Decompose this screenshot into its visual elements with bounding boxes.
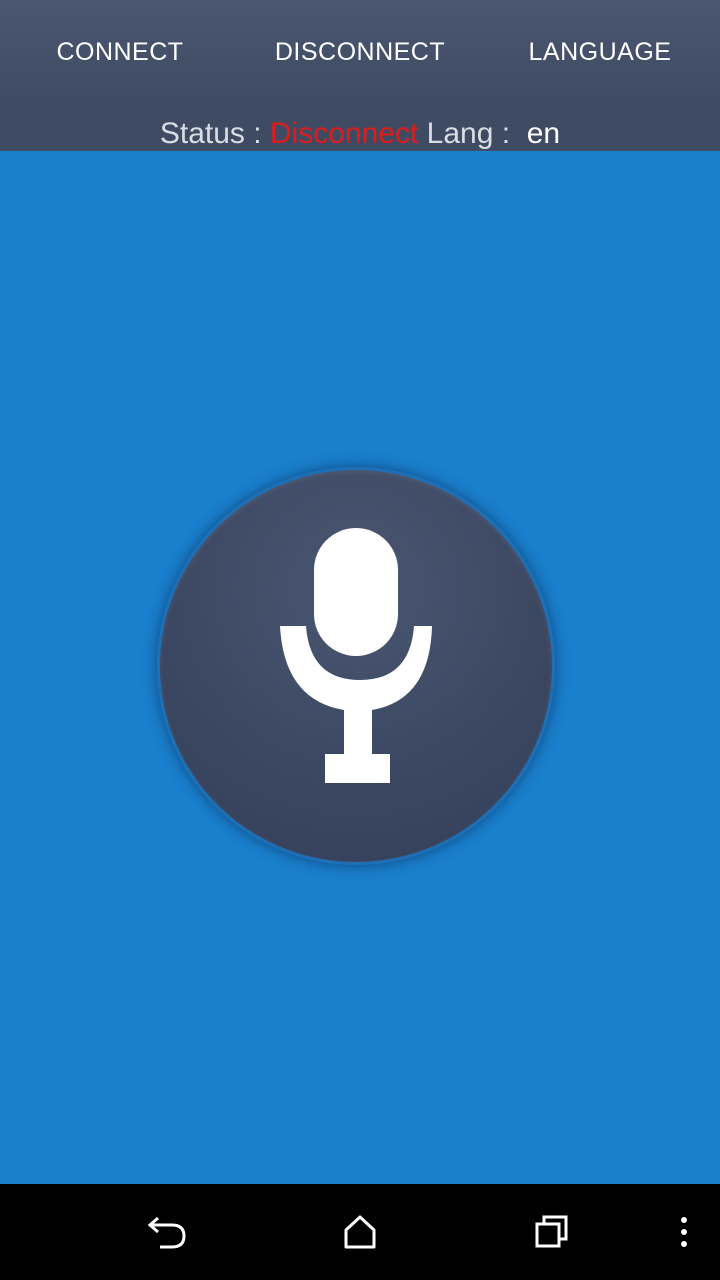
microphone-icon	[280, 528, 432, 783]
mic-button[interactable]	[157, 467, 555, 865]
status-value: Disconnect	[269, 117, 419, 150]
language-button[interactable]: LANGUAGE	[480, 0, 720, 105]
app-screen: CONNECT DISCONNECT LANGUAGE Status : Dis…	[0, 0, 720, 1280]
recents-icon	[535, 1215, 568, 1248]
main-area	[0, 151, 720, 1184]
back-button[interactable]	[138, 1204, 198, 1260]
home-button[interactable]	[330, 1204, 390, 1260]
lang-value: en	[518, 117, 561, 150]
top-toolbar: CONNECT DISCONNECT LANGUAGE	[0, 0, 720, 105]
overflow-menu-icon	[681, 1217, 687, 1247]
home-icon	[344, 1215, 376, 1249]
disconnect-button[interactable]: DISCONNECT	[240, 0, 480, 105]
connect-button[interactable]: CONNECT	[0, 0, 240, 105]
recents-button[interactable]	[522, 1204, 582, 1260]
system-nav-bar	[0, 1184, 720, 1280]
status-bar: Status : Disconnect Lang : en	[0, 105, 720, 151]
overflow-menu-button[interactable]	[654, 1204, 714, 1260]
status-label: Status :	[159, 117, 270, 150]
lang-label: Lang :	[418, 117, 519, 150]
back-icon	[148, 1216, 186, 1249]
